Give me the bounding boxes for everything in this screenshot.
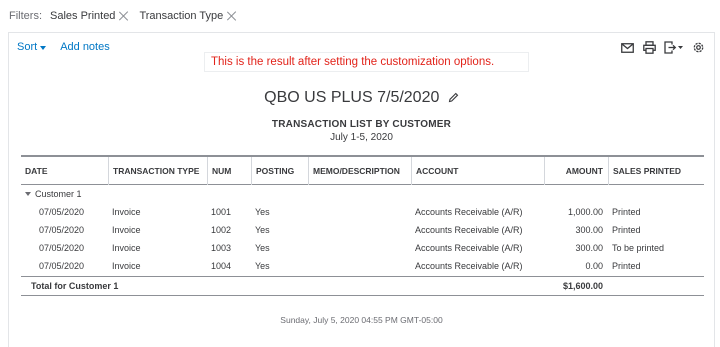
cell-sales-printed: To be printed — [612, 243, 665, 253]
filters-bar: Filters: Sales Printed Transaction Type — [9, 10, 247, 22]
cell-num[interactable]: 1004 — [211, 257, 231, 275]
total-label: Total for Customer 1 — [31, 281, 119, 291]
column-header-date[interactable]: DATE — [21, 157, 108, 185]
close-icon[interactable] — [227, 11, 237, 21]
report-name: TRANSACTION LIST BY CUSTOMER — [271, 119, 452, 130]
annotation-text: This is the result after setting the cus… — [211, 56, 495, 68]
cell-transaction-type[interactable]: Invoice — [112, 221, 141, 239]
company-title-text: QBO US PLUS 7/5/2020 — [264, 89, 440, 106]
caret-down-icon — [40, 45, 47, 50]
cell-amount: 1,000.00 — [567, 207, 603, 217]
export-icon[interactable] — [664, 40, 684, 55]
pencil-icon[interactable] — [448, 90, 459, 108]
total-amount[interactable]: $1,600.00 — [544, 277, 603, 295]
cell-date[interactable]: 07/05/2020 — [39, 203, 84, 221]
group-row-customer-1[interactable]: Customer 1 — [21, 185, 704, 203]
column-header-num[interactable]: NUM — [207, 157, 251, 185]
table-header: DATE TRANSACTION TYPE NUM POSTING MEMO/D… — [21, 155, 704, 185]
cell-num[interactable]: 1002 — [211, 221, 231, 239]
settings-icon[interactable] — [691, 40, 706, 55]
add-notes-link[interactable]: Add notes — [60, 41, 110, 53]
filter-chip-transaction-type[interactable]: Transaction Type — [139, 10, 237, 22]
cell-num[interactable]: 1003 — [211, 239, 231, 257]
cell-posting: Yes — [255, 207, 270, 217]
cell-sales-printed: Printed — [612, 261, 641, 271]
cell-amount: 0.00 — [585, 261, 603, 271]
table-row[interactable]: 07/05/2020 Invoice 1001 Yes Accounts Rec… — [21, 203, 704, 221]
cell-account: Accounts Receivable (A/R) — [415, 207, 523, 217]
report-toolbar-left: Sort Add notes — [17, 41, 110, 53]
column-header-sales-printed[interactable]: SALES PRINTED — [608, 157, 704, 185]
cell-amount: 300.00 — [575, 225, 603, 235]
report-panel: Sort Add notes This is the result after … — [8, 32, 715, 347]
email-icon[interactable] — [620, 40, 635, 55]
caret-down-icon[interactable] — [25, 192, 31, 196]
group-label: Customer 1 — [21, 185, 82, 203]
report-company-title: QBO US PLUS 7/5/2020 — [9, 89, 714, 108]
sort-label: Sort — [17, 41, 38, 53]
cell-posting: Yes — [255, 225, 270, 235]
cell-posting: Yes — [255, 243, 270, 253]
filter-chip-sales-printed[interactable]: Sales Printed — [50, 10, 129, 22]
cell-transaction-type[interactable]: Invoice — [112, 239, 141, 257]
cell-account: Accounts Receivable (A/R) — [415, 261, 523, 271]
column-header-memo[interactable]: MEMO/DESCRIPTION — [308, 157, 411, 185]
filter-chip-label: Transaction Type — [139, 10, 224, 22]
close-icon[interactable] — [119, 11, 129, 21]
column-header-amount[interactable]: AMOUNT — [544, 157, 608, 185]
cell-transaction-type[interactable]: Invoice — [112, 257, 141, 275]
cell-sales-printed: Printed — [612, 225, 641, 235]
cell-amount: 300.00 — [575, 243, 603, 253]
column-header-transaction-type[interactable]: TRANSACTION TYPE — [108, 157, 207, 185]
column-header-posting[interactable]: POSTING — [251, 157, 308, 185]
table-row[interactable]: 07/05/2020 Invoice 1002 Yes Accounts Rec… — [21, 221, 704, 239]
cell-posting: Yes — [255, 261, 270, 271]
column-header-account[interactable]: ACCOUNT — [411, 157, 544, 185]
table-row[interactable]: 07/05/2020 Invoice 1003 Yes Accounts Rec… — [21, 239, 704, 257]
filter-chip-label: Sales Printed — [50, 10, 116, 22]
report-toolbar-icons — [613, 40, 706, 55]
cell-account: Accounts Receivable (A/R) — [415, 225, 523, 235]
cell-date[interactable]: 07/05/2020 — [39, 257, 84, 275]
report-footer-timestamp: Sunday, July 5, 2020 04:55 PM GMT-05:00 — [280, 315, 443, 325]
table-row[interactable]: 07/05/2020 Invoice 1004 Yes Accounts Rec… — [21, 257, 704, 275]
cell-date[interactable]: 07/05/2020 — [39, 239, 84, 257]
cell-date[interactable]: 07/05/2020 — [39, 221, 84, 239]
print-icon[interactable] — [642, 40, 657, 55]
cell-sales-printed: Printed — [612, 207, 641, 217]
sort-dropdown[interactable]: Sort — [17, 41, 47, 53]
group-label-text: Customer 1 — [35, 189, 82, 199]
report-date-range: July 1-5, 2020 — [330, 132, 393, 143]
filters-label: Filters: — [9, 10, 42, 22]
cell-transaction-type[interactable]: Invoice — [112, 203, 141, 221]
cell-num[interactable]: 1001 — [211, 203, 231, 221]
annotation-box: This is the result after setting the cus… — [204, 52, 529, 72]
cell-account: Accounts Receivable (A/R) — [415, 243, 523, 253]
transaction-table: DATE TRANSACTION TYPE NUM POSTING MEMO/D… — [21, 155, 704, 296]
total-row: Total for Customer 1 $1,600.00 — [21, 276, 704, 296]
